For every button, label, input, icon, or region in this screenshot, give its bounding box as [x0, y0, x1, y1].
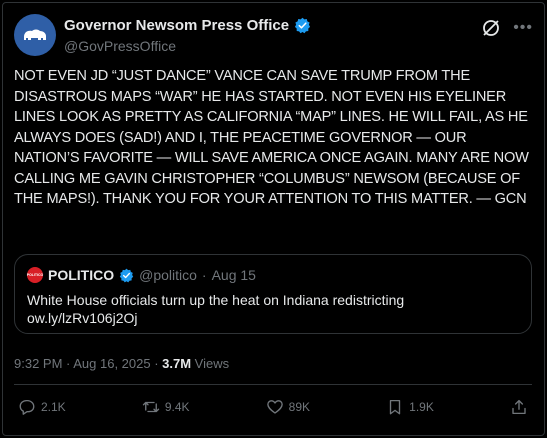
reply-button[interactable]: 2.1K [18, 398, 66, 416]
repost-count: 9.4K [164, 400, 190, 414]
repost-button[interactable]: 9.4K [142, 398, 190, 416]
post-timestamp: 9:32 PM · Aug 16, 2025 · 3.7M Views [14, 356, 229, 371]
account-handle[interactable]: @GovPressOffice [64, 38, 176, 54]
post-top-actions: ••• [481, 18, 533, 38]
divider [14, 384, 532, 385]
quoted-date: Aug 15 [211, 267, 256, 283]
quoted-post-body: White House officials turn up the heat o… [27, 291, 404, 327]
timestamp-text[interactable]: 9:32 PM · Aug 16, 2025 · [14, 356, 162, 371]
share-button[interactable] [510, 398, 528, 416]
bookmark-button[interactable]: 1.9K [386, 398, 434, 416]
post-text: NOT EVEN JD “JUST DANCE” VANCE CAN SAVE … [14, 68, 529, 207]
quoted-post[interactable]: POLITICO POLITICO @politico · Aug 15 Whi… [14, 254, 532, 334]
reply-count: 2.1K [41, 400, 66, 414]
verified-badge-icon [295, 17, 311, 34]
action-bar: 2.1K 9.4K 89K 1.9K [18, 398, 528, 416]
account-name-row: Governor Newsom Press Office [64, 17, 311, 34]
quoted-separator: · [201, 267, 207, 283]
reply-icon [19, 399, 35, 415]
bookmark-count: 1.9K [409, 400, 434, 414]
repost-icon [142, 401, 160, 413]
views-count: 3.7M [162, 356, 192, 371]
quoted-post-text: White House officials turn up the heat o… [27, 292, 405, 308]
politico-logo: POLITICO [27, 267, 43, 283]
account-name[interactable]: Governor Newsom Press Office [64, 17, 289, 34]
views-label: Views [191, 356, 230, 371]
quoted-post-link[interactable]: ow.ly/lzRv106j2Oj [27, 309, 404, 327]
share-icon [512, 399, 526, 415]
like-count: 89K [288, 400, 311, 414]
like-icon [266, 400, 283, 414]
avatar[interactable] [14, 14, 56, 56]
bookmark-icon [389, 399, 401, 415]
bear-icon [24, 29, 46, 40]
verified-badge-icon [119, 268, 134, 282]
more-icon[interactable]: ••• [513, 20, 533, 36]
like-button[interactable]: 89K [266, 398, 310, 416]
grok-icon[interactable] [481, 18, 501, 38]
quoted-account-handle: @politico [139, 267, 197, 283]
quoted-post-header: POLITICO POLITICO @politico · Aug 15 [27, 267, 256, 283]
quoted-account-name: POLITICO [48, 267, 115, 283]
